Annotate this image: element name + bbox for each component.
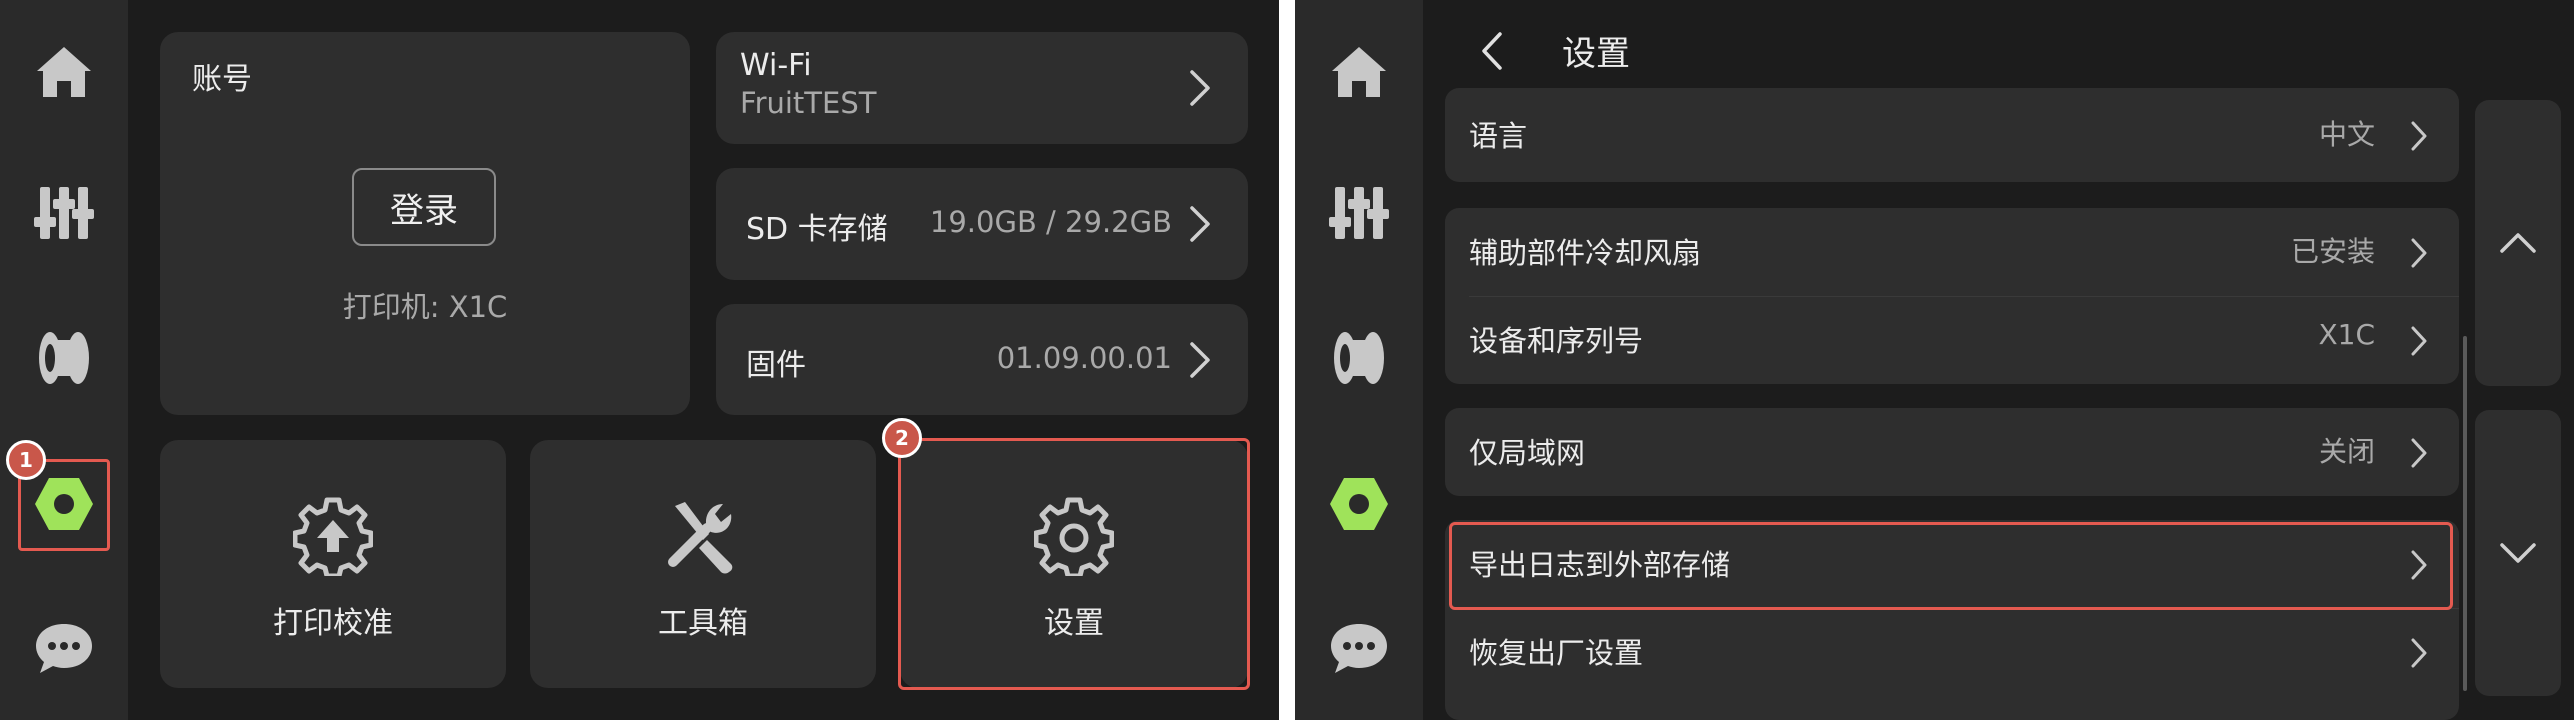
toolbox-label: 工具箱 [658, 606, 748, 641]
settings-hex-icon [1330, 478, 1388, 530]
settings-group-network: 仅局域网 关闭 [1445, 408, 2459, 496]
sidebar-item-filament[interactable] [1309, 308, 1409, 408]
sidebar-item-controls[interactable] [1309, 163, 1409, 263]
chat-icon [36, 624, 92, 673]
print-calibration-tile[interactable]: 打印校准 [160, 440, 506, 688]
settings-row-device-serial[interactable]: 设备和序列号 X1C [1445, 296, 2459, 384]
chevron-up-icon [2500, 233, 2536, 253]
settings-row-lan-only[interactable]: 仅局域网 关闭 [1445, 408, 2459, 496]
sidebar-item-home[interactable] [14, 22, 114, 122]
settings-group-device: 辅助部件冷却风扇 已安装 设备和序列号 X1C [1445, 208, 2459, 384]
step-badge-1: 1 [6, 440, 46, 480]
chat-icon [1331, 624, 1387, 673]
settings-tile-highlight [898, 438, 1250, 690]
row-value: 已安装 [2290, 235, 2375, 268]
sidebar-item-home[interactable] [1309, 22, 1409, 122]
scrollbar-thumb[interactable] [2463, 336, 2467, 691]
sd-card-usage: 19.0GB / 29.2GB [929, 205, 1172, 239]
export-logs-highlight [1449, 522, 2453, 610]
settings-row-aux-fan[interactable]: 辅助部件冷却风扇 已安装 [1445, 208, 2459, 296]
scroll-down-button[interactable] [2475, 410, 2561, 696]
chevron-right-icon [2411, 121, 2427, 151]
row-label: 辅助部件冷却风扇 [1469, 236, 1702, 270]
print-calibration-label: 打印校准 [273, 606, 393, 641]
chevron-right-icon [2411, 326, 2427, 356]
sd-card-storage-card[interactable]: SD 卡存储 19.0GB / 29.2GB [716, 168, 1248, 280]
chevron-right-icon [1190, 206, 1210, 242]
chevron-down-icon [2500, 543, 2536, 563]
firmware-version: 01.09.00.01 [996, 341, 1172, 375]
sidebar [1295, 0, 1423, 720]
wifi-label: Wi-Fi [740, 48, 812, 83]
wifi-network-name: FruitTEST [740, 86, 877, 120]
account-card: 账号 登录 打印机: X1C [160, 32, 690, 415]
sidebar-item-filament[interactable] [14, 308, 114, 408]
home-icon [37, 47, 91, 97]
sliders-icon [1329, 187, 1389, 239]
sidebar-item-messages[interactable] [14, 598, 114, 698]
home-settings-screen: 1 账号 登录 打印机: X1C Wi-Fi FruitTEST SD 卡存储 … [0, 0, 1279, 720]
settings-row-language[interactable]: 语言 中文 [1445, 91, 2459, 179]
row-value: X1C [2318, 318, 2375, 351]
login-button[interactable]: 登录 [352, 168, 496, 246]
scroll-up-button[interactable] [2475, 100, 2561, 386]
sidebar-item-messages[interactable] [1309, 598, 1409, 698]
row-value: 中文 [2318, 118, 2375, 151]
gear-upload-icon [293, 497, 373, 576]
settings-list-screen: 设置 语言 中文 辅助部件冷却风扇 已安装 设备和序列号 X1C 仅局域网 关闭… [1295, 0, 2574, 720]
firmware-label: 固件 [746, 348, 806, 383]
tools-icon [668, 502, 733, 574]
settings-group-language: 语言 中文 [1445, 88, 2459, 182]
row-label: 语言 [1469, 119, 1528, 153]
settings-row-factory-reset[interactable]: 恢复出厂设置 [1445, 608, 2459, 696]
scrollbar[interactable] [2463, 96, 2467, 696]
sidebar [0, 0, 128, 720]
sidebar-item-controls[interactable] [14, 163, 114, 263]
chevron-right-icon [2411, 238, 2427, 268]
sliders-icon [34, 187, 94, 239]
step-badge-2: 2 [882, 418, 922, 458]
settings-list: 语言 中文 辅助部件冷却风扇 已安装 设备和序列号 X1C 仅局域网 关闭 导出… [1445, 0, 2459, 720]
account-title: 账号 [192, 62, 252, 97]
chevron-right-icon [2411, 638, 2427, 668]
printer-model-label: 打印机: X1C [342, 290, 508, 324]
chevron-right-icon [1190, 70, 1210, 106]
row-label: 仅局域网 [1469, 436, 1586, 470]
chevron-right-icon [1190, 342, 1210, 378]
wifi-card[interactable]: Wi-Fi FruitTEST [716, 32, 1248, 144]
sd-card-label: SD 卡存储 [746, 212, 888, 247]
sidebar-item-settings[interactable] [1309, 454, 1409, 554]
filament-spool-icon [1334, 332, 1384, 384]
toolbox-tile[interactable]: 工具箱 [530, 440, 876, 688]
row-label: 设备和序列号 [1469, 324, 1644, 358]
filament-spool-icon [39, 332, 89, 384]
home-icon [1332, 47, 1386, 97]
chevron-right-icon [2411, 438, 2427, 468]
firmware-card[interactable]: 固件 01.09.00.01 [716, 304, 1248, 415]
row-value: 关闭 [2318, 435, 2375, 468]
row-label: 恢复出厂设置 [1469, 636, 1644, 670]
